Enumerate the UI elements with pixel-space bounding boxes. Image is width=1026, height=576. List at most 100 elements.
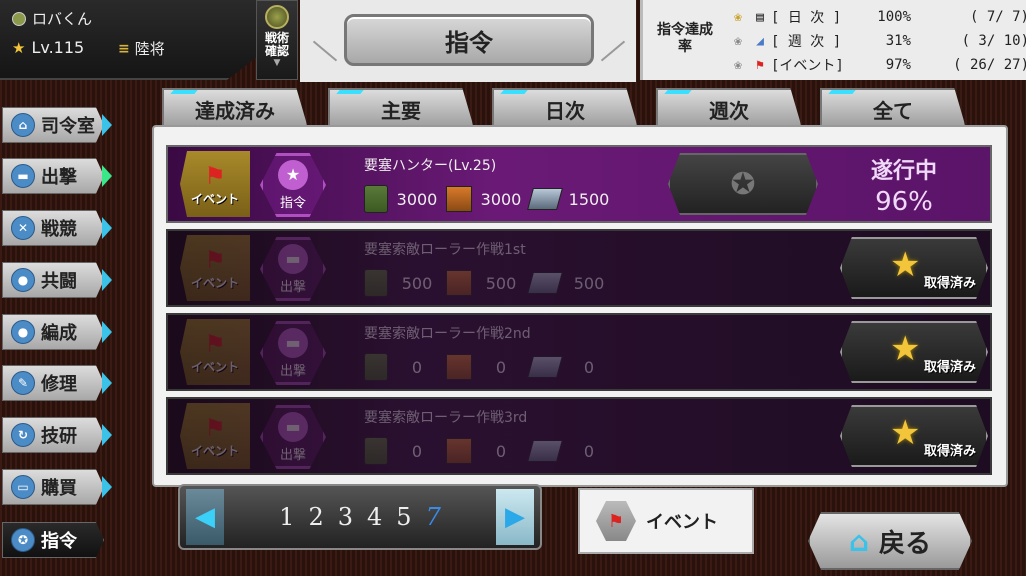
sidebar-item-competition[interactable]: ✕ 戦競 — [2, 209, 120, 247]
fuel-icon — [364, 353, 388, 381]
mission-title: 要塞索敵ローラー作戦3rd — [364, 410, 528, 426]
mission-row[interactable]: ⚑ イベント ▬ 出撃 要塞索敵ローラー作戦2nd 0 0 0 ★ 取得済み — [166, 313, 992, 391]
sidebar-item-label: 指令 — [41, 531, 77, 552]
mission-type-badge: ▬ 出撃 — [260, 405, 326, 469]
calendar-icon: ▤ — [756, 9, 764, 25]
tank-icon: ▬ — [278, 243, 308, 274]
category-label: イベント — [190, 359, 239, 374]
laurel-icon: ❀ — [734, 9, 742, 25]
rate-fraction: ( 26/ 27) — [953, 57, 1026, 73]
avatar-icon — [12, 11, 26, 26]
title-bar: 指令 — [300, 0, 636, 82]
category-label: イベント — [190, 443, 239, 458]
flag-icon: ⚑ — [204, 161, 226, 190]
page-number[interactable]: 5 — [396, 503, 411, 531]
sidebar-item-repair[interactable]: ✎ 修理 — [2, 364, 120, 402]
status-label: 取得済み — [923, 360, 976, 375]
sidebar-item-research[interactable]: ↻ 技研 — [2, 416, 120, 454]
laurel-icon: ❀ — [734, 33, 742, 49]
tank-icon: ▬ — [11, 164, 35, 188]
tab-daily[interactable]: 日次 — [492, 88, 638, 128]
completion-rate-header: 指令達成率 — [657, 22, 713, 55]
steel-value: 0 — [583, 357, 595, 377]
tab-label: 週次 — [709, 98, 749, 123]
mission-row[interactable]: ⚑ イベント ★ 指令 要塞ハンター(Lv.25) 3000 3000 1500 ✪… — [166, 145, 992, 223]
flag-icon: ⚑ — [204, 413, 226, 442]
profile-panel: ロバくん ★ Lv.115 ≡ 陸将 — [0, 0, 258, 80]
mission-progress: 遂行中 96% — [844, 153, 964, 217]
fuel-icon — [364, 185, 388, 213]
tab-completed[interactable]: 達成済み — [162, 88, 308, 128]
rate-fraction: ( 3/ 10) — [961, 33, 1026, 49]
prev-page-button[interactable]: ◀ — [186, 489, 224, 545]
event-filter-button[interactable]: ⚑ イベント — [578, 488, 754, 554]
mission-row[interactable]: ⚑ イベント ▬ 出撃 要塞索敵ローラー作戦1st 500 500 500 ★ 取得済… — [166, 229, 992, 307]
ammo-value: 0 — [495, 357, 507, 377]
sidebar-item-formation[interactable]: ● 編成 — [2, 313, 120, 351]
star-badge-icon: ✪ — [11, 528, 35, 552]
page-title: 指令 — [344, 14, 594, 66]
tab-all[interactable]: 全て — [820, 88, 966, 128]
page-number[interactable]: 3 — [338, 503, 353, 531]
back-label: 戻る — [879, 528, 932, 559]
rate-kind: [イベント] — [771, 58, 844, 74]
page-number[interactable]: 1 — [279, 503, 294, 531]
steel-icon — [527, 356, 563, 378]
sidebar-item-sortie[interactable]: ▬ 出撃 — [2, 157, 120, 195]
sidebar-item-coop[interactable]: ● 共闘 — [2, 261, 120, 299]
chevron-right-icon: ▶ — [505, 502, 525, 532]
reward-list: 3000 3000 1500 — [364, 185, 614, 213]
mission-list-panel: ⚑ イベント ★ 指令 要塞ハンター(Lv.25) 3000 3000 1500 ✪… — [152, 125, 1008, 487]
sidebar-item-label: 修理 — [41, 374, 77, 395]
divider — [312, 40, 338, 62]
mission-type-label: 出撃 — [279, 447, 306, 463]
tank-icon: ▬ — [278, 411, 308, 442]
mission-row[interactable]: ⚑ イベント ▬ 出撃 要塞索敵ローラー作戦3rd 0 0 0 ★ 取得済み — [166, 397, 992, 475]
event-category-badge: ⚑ イベント — [180, 403, 250, 469]
flag-icon: ⚑ — [204, 245, 226, 274]
rate-row-weekly: ❀ ◢ [ 週 次 ] 31% ( 3/ 10) — [727, 30, 1026, 52]
rank-insignia-icon: ≡ — [118, 40, 130, 57]
current-page-number[interactable]: 7 — [426, 503, 441, 531]
tab-main[interactable]: 主要 — [328, 88, 474, 128]
rate-percent: 31% — [885, 33, 911, 49]
sidebar-item-label: 出撃 — [41, 167, 77, 188]
ammo-icon — [446, 438, 472, 464]
sidebar-item-command-room[interactable]: ⌂ 司令室 — [2, 106, 120, 144]
sidebar-item-orders[interactable]: ✪ 指令 — [2, 521, 120, 559]
tank-icon: ▬ — [278, 327, 308, 358]
home-icon: ⌂ — [848, 524, 870, 558]
status-label: 取得済み — [923, 276, 976, 291]
progress-value: 96% — [875, 187, 933, 217]
tab-label: 日次 — [545, 98, 585, 123]
page-number[interactable]: 2 — [308, 503, 323, 531]
ammo-value: 3000 — [480, 189, 522, 209]
page-number[interactable]: 4 — [367, 503, 382, 531]
tab-label: 達成済み — [195, 98, 275, 123]
fuel-value: 500 — [401, 273, 433, 293]
reward-list: 500 500 500 — [364, 269, 614, 297]
next-page-button[interactable]: ▶ — [496, 489, 534, 545]
level-row: ★ Lv.115 — [12, 38, 84, 57]
divider — [600, 40, 626, 62]
flag-icon: ⚑ — [756, 57, 764, 73]
week-icon: ◢ — [756, 33, 764, 49]
mission-type-label: 出撃 — [279, 279, 306, 295]
back-button[interactable]: ⌂ 戻る — [808, 512, 972, 570]
completion-rate-panel: 指令達成率 ❀ ▤ [ 日 次 ] 100% ( 7/ 7) ❀ ◢ [ 週 次… — [640, 0, 1026, 80]
steel-value: 500 — [573, 273, 605, 293]
chevron-left-icon: ◀ — [195, 502, 215, 532]
status-label: 遂行中 — [870, 159, 937, 184]
tab-weekly[interactable]: 週次 — [656, 88, 802, 128]
star-icon: ★ — [12, 38, 26, 57]
tab-label: 全て — [873, 98, 913, 123]
star-emblem-icon: ✪ — [730, 166, 756, 202]
sidebar-item-shop[interactable]: ▭ 購買 — [2, 468, 120, 506]
crossed-swords-icon: ✕ — [11, 216, 35, 240]
home-icon: ⌂ — [11, 113, 35, 137]
mission-type-badge: ▬ 出撃 — [260, 321, 326, 385]
fuel-icon — [364, 437, 388, 465]
category-label: イベント — [190, 275, 239, 290]
sidebar-item-label: 司令室 — [41, 116, 95, 137]
tactics-check-button[interactable]: 戦術確認 ▼ — [256, 0, 298, 80]
